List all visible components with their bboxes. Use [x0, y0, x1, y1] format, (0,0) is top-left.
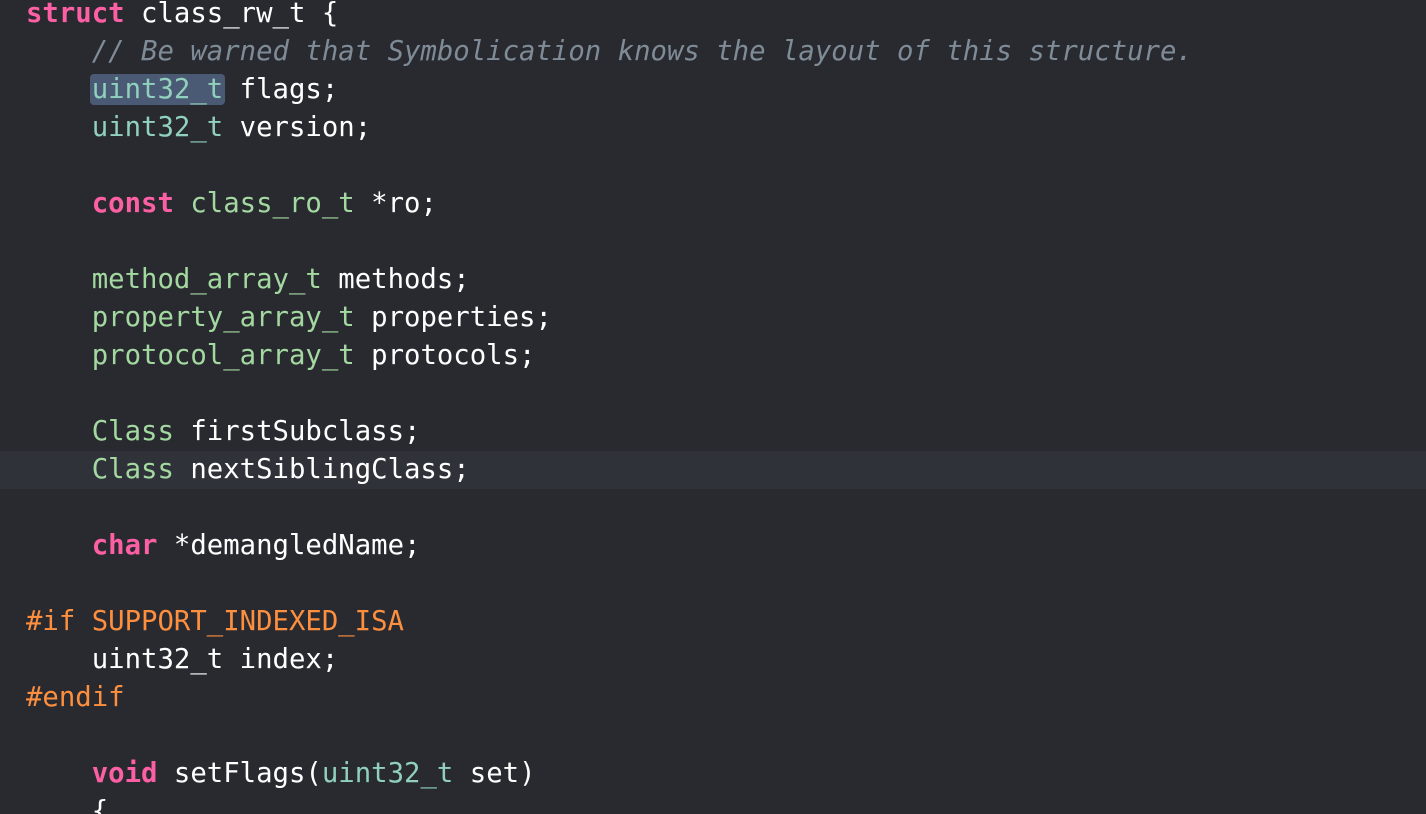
code-area[interactable]: struct class_rw_t { // Be warned that Sy… — [0, 0, 1426, 814]
code-token: class_ro_t — [190, 188, 355, 219]
code-token: version; — [223, 112, 372, 143]
code-token: property_array_t — [91, 302, 355, 333]
code-token: properties; — [354, 302, 552, 333]
code-token: methods; — [321, 264, 470, 295]
code-token: char — [91, 530, 158, 561]
code-token: nextSiblingClass; — [173, 454, 470, 485]
code-token: struct — [26, 0, 125, 29]
code-line[interactable]: const class_ro_t *ro; — [26, 185, 1426, 223]
code-token: protocol_array_t — [91, 340, 355, 371]
code-line[interactable]: ​ — [26, 717, 1426, 755]
code-token: const — [91, 188, 174, 219]
code-line[interactable]: #endif — [26, 679, 1426, 717]
code-token: Class — [91, 416, 174, 447]
code-token: protocols; — [354, 340, 536, 371]
code-line[interactable]: struct class_rw_t { — [26, 0, 1426, 33]
code-line[interactable]: ​ — [26, 489, 1426, 527]
code-line[interactable]: uint32_t version; — [26, 109, 1426, 147]
code-token: // Be warned that Symbolication knows th… — [91, 36, 1193, 67]
code-line[interactable]: method_array_t methods; — [26, 261, 1426, 299]
code-token: { — [26, 796, 109, 814]
code-line[interactable]: ​ — [26, 147, 1426, 185]
code-line[interactable]: char *demangledName; — [26, 527, 1426, 565]
code-line[interactable]: uint32_t index; — [26, 641, 1426, 679]
code-token: #endif — [26, 682, 125, 713]
code-token: class_rw_t { — [124, 0, 339, 29]
code-line[interactable]: ​ — [26, 223, 1426, 261]
code-token: uint32_t — [91, 112, 224, 143]
code-token: Class — [91, 454, 174, 485]
code-token: *ro; — [354, 188, 437, 219]
code-token: *demangledName; — [157, 530, 421, 561]
code-line[interactable]: // Be warned that Symbolication knows th… — [26, 33, 1426, 71]
code-token: set) — [453, 758, 536, 789]
code-line[interactable]: Class firstSubclass; — [26, 413, 1426, 451]
code-line[interactable]: ​ — [26, 375, 1426, 413]
code-line[interactable]: { — [26, 793, 1426, 814]
code-token: firstSubclass; — [173, 416, 421, 447]
code-line-current[interactable]: Class nextSiblingClass; — [0, 451, 1426, 489]
selected-token: uint32_t — [89, 74, 226, 105]
code-token: void — [91, 758, 158, 789]
code-line[interactable]: property_array_t properties; — [26, 299, 1426, 337]
code-token: flags; — [223, 74, 339, 105]
code-line[interactable]: #if SUPPORT_INDEXED_ISA — [26, 603, 1426, 641]
code-token: uint32_t index; — [26, 644, 339, 675]
code-line[interactable]: uint32_t flags; — [26, 71, 1426, 109]
code-editor[interactable]: struct class_rw_t { // Be warned that Sy… — [0, 0, 1426, 814]
code-token: #if SUPPORT_INDEXED_ISA — [26, 606, 404, 637]
code-token: method_array_t — [91, 264, 322, 295]
code-line[interactable]: void setFlags(uint32_t set) — [26, 755, 1426, 793]
code-line[interactable]: protocol_array_t protocols; — [26, 337, 1426, 375]
code-token: setFlags( — [157, 758, 322, 789]
code-line[interactable]: ​ — [26, 565, 1426, 603]
code-token: uint32_t — [321, 758, 454, 789]
